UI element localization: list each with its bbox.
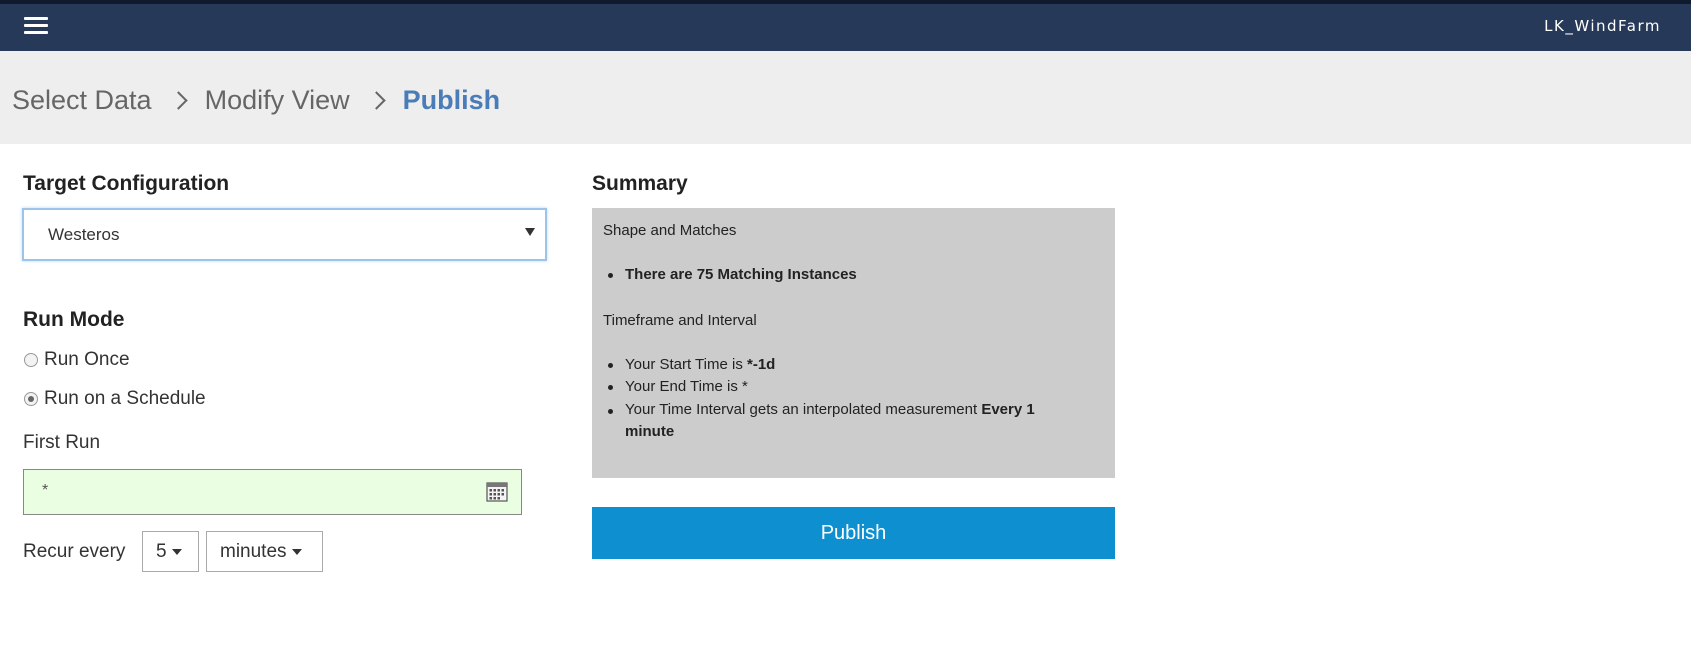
- radio-checked-icon[interactable]: [24, 392, 38, 406]
- first-run-label: First Run: [23, 432, 101, 453]
- end-time-prefix: Your End Time is: [625, 378, 743, 395]
- calendar-icon[interactable]: [485, 479, 509, 503]
- list-item: Your Start Time is *-1d: [608, 356, 775, 373]
- interval-value: Every 1: [981, 401, 1035, 418]
- matching-instances-text: There are 75 Matching Instances: [625, 266, 857, 283]
- chevron-right-icon: [168, 91, 188, 110]
- list-item: Your End Time is *: [608, 378, 748, 395]
- summary-title: Summary: [592, 172, 688, 195]
- run-on-schedule-radio[interactable]: Run on a Schedule: [24, 388, 206, 410]
- menu-icon[interactable]: [24, 15, 48, 37]
- caret-down-icon: [171, 548, 182, 555]
- interval-prefix: Your Time Interval gets an interpolated …: [625, 401, 982, 418]
- start-time-value: *-1d: [747, 356, 776, 373]
- caret-down-icon: [291, 548, 302, 555]
- breadcrumb-select-data[interactable]: Select Data: [12, 85, 152, 116]
- breadcrumb-publish[interactable]: Publish: [403, 85, 501, 116]
- summary-panel: Shape and Matches There are 75 Matching …: [592, 208, 1115, 478]
- run-once-radio[interactable]: Run Once: [24, 349, 130, 371]
- recur-unit-dropdown[interactable]: minutes: [206, 531, 323, 572]
- target-configuration-title: Target Configuration: [23, 172, 230, 195]
- target-configuration-select[interactable]: Westeros: [22, 208, 547, 261]
- caret-down-icon: [525, 228, 535, 236]
- end-time-value: *: [742, 378, 748, 395]
- run-mode-title: Run Mode: [23, 308, 125, 331]
- start-time-prefix: Your Start Time is: [625, 356, 747, 373]
- breadcrumb: Select Data Modify View Publish: [12, 85, 500, 116]
- chevron-right-icon: [366, 91, 386, 110]
- list-item: There are 75 Matching Instances: [608, 266, 857, 283]
- publish-button[interactable]: Publish: [592, 507, 1115, 559]
- top-bar: LK_WindFarm: [0, 0, 1691, 51]
- app-name: LK_WindFarm: [1544, 17, 1661, 35]
- recur-value-dropdown[interactable]: 5: [142, 531, 199, 572]
- radio-unchecked-icon[interactable]: [24, 353, 38, 367]
- breadcrumb-bar: Select Data Modify View Publish: [0, 51, 1691, 144]
- interval-unit: minute: [625, 423, 675, 440]
- list-item: Your Time Interval gets an interpolated …: [608, 401, 1098, 443]
- breadcrumb-modify-view[interactable]: Modify View: [205, 85, 350, 116]
- first-run-input[interactable]: *: [23, 469, 522, 515]
- recur-every-label: Recur every: [23, 541, 126, 562]
- recur-value: 5: [156, 540, 167, 562]
- first-run-value: *: [42, 482, 49, 499]
- time-heading: Timeframe and Interval: [603, 312, 757, 329]
- shape-heading: Shape and Matches: [603, 222, 737, 239]
- run-once-label: Run Once: [44, 349, 130, 370]
- recur-unit: minutes: [220, 540, 287, 562]
- target-configuration-value: Westeros: [48, 225, 120, 244]
- run-on-schedule-label: Run on a Schedule: [44, 388, 206, 409]
